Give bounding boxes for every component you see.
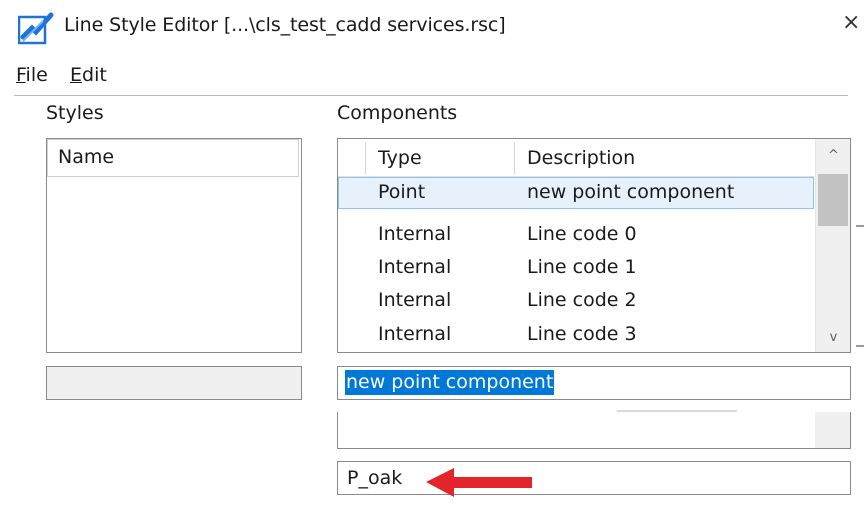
scroll-down-button[interactable]: v — [816, 323, 850, 352]
red-arrow-annotation — [426, 468, 532, 497]
component-description-field[interactable]: new point component — [337, 366, 851, 400]
menu-file-rest: ile — [25, 64, 48, 86]
window-title: Line Style Editor [...\cls_test_cadd ser… — [64, 14, 506, 36]
cell-type: Internal — [378, 323, 452, 345]
table-row[interactable]: Internal Line code 2 — [338, 285, 814, 317]
styles-label: Styles — [46, 102, 104, 124]
table-row[interactable]: Internal Line code 3 — [338, 319, 814, 351]
point-name-value: P_oak — [347, 467, 403, 489]
table-row-selected[interactable]: Point new point component — [338, 177, 814, 209]
right-edge-fragment — [856, 225, 864, 227]
selected-text: new point component — [345, 370, 555, 395]
header-description[interactable]: Description — [527, 147, 635, 169]
cell-type: Internal — [378, 223, 452, 245]
table-row[interactable]: Internal Line code 1 — [338, 252, 814, 284]
cell-description: Line code 3 — [527, 323, 637, 345]
line-style-editor-icon — [18, 12, 54, 45]
close-button[interactable]: × — [842, 12, 860, 34]
cell-type: Point — [378, 181, 426, 203]
header-type[interactable]: Type — [378, 147, 422, 169]
scroll-thumb[interactable] — [818, 174, 848, 226]
scroll-up-button[interactable]: ^ — [816, 141, 850, 171]
menu-edit[interactable]: Edit — [70, 64, 107, 86]
styles-name-field[interactable] — [46, 366, 302, 400]
cell-description: Line code 2 — [527, 289, 637, 311]
point-name-field[interactable]: P_oak — [337, 461, 851, 495]
components-scrollbar[interactable]: ^ v — [815, 139, 850, 352]
menu-divider — [14, 95, 848, 96]
menu-edit-rest: dit — [82, 64, 107, 86]
cell-description: Line code 0 — [527, 223, 637, 245]
components-label: Components — [337, 102, 458, 124]
cell-description: new point component — [527, 181, 735, 203]
header-divider[interactable] — [365, 142, 366, 174]
styles-header-name[interactable]: Name — [47, 139, 299, 177]
components-list[interactable]: Type Description Point new point compone… — [337, 138, 851, 353]
header-divider[interactable] — [514, 142, 515, 174]
menu-edit-accel: E — [70, 64, 83, 86]
cell-type: Internal — [378, 256, 452, 278]
right-edge-fragment — [856, 345, 864, 347]
menu-file-accel: F — [16, 64, 26, 86]
menu-file[interactable]: File — [16, 64, 48, 86]
table-row[interactable]: Internal Line code 0 — [338, 219, 814, 251]
partial-scrollbar[interactable] — [815, 412, 850, 448]
cell-description: Line code 1 — [527, 256, 637, 278]
styles-list[interactable]: Name — [46, 138, 302, 353]
styles-header-name-label: Name — [58, 146, 115, 168]
partial-list-field[interactable] — [337, 412, 851, 449]
components-header: Type Description — [338, 139, 814, 177]
cell-type: Internal — [378, 289, 452, 311]
